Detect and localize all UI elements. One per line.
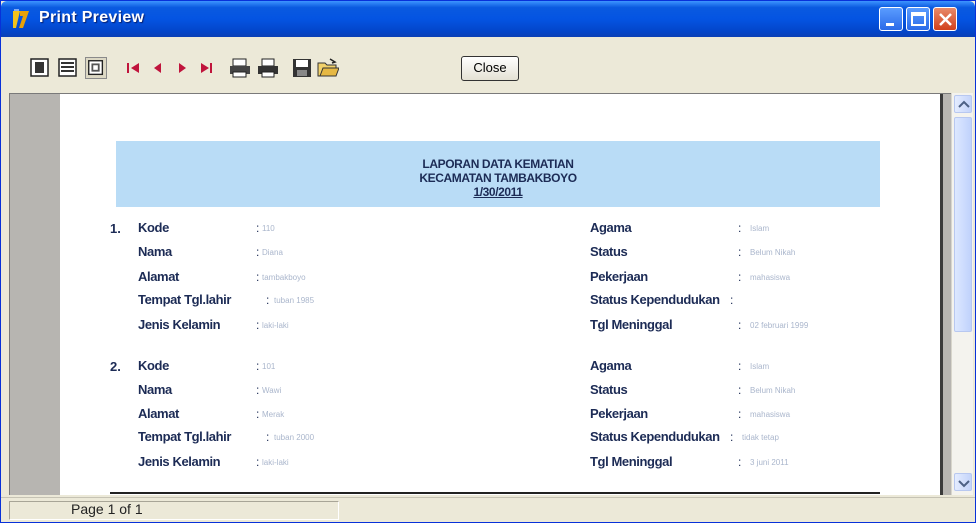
value-agama: Islam <box>750 362 770 371</box>
value-pekerjaan: mahasiswa <box>750 273 791 282</box>
value-alamat: Merak <box>262 410 285 419</box>
first-page-icon[interactable] <box>123 57 145 79</box>
report-header: LAPORAN DATA KEMATIAN KECAMATAN TAMBAKBO… <box>116 141 880 207</box>
previous-page-icon[interactable] <box>147 57 169 79</box>
label-pekerjaan: Pekerjaan <box>590 269 648 284</box>
status-bar: Page 1 of 1 <box>1 497 975 522</box>
page-width-icon[interactable] <box>57 57 79 79</box>
value-kode: 110 <box>262 224 275 233</box>
report-title: LAPORAN DATA KEMATIAN <box>422 157 574 171</box>
label-kode: Kode <box>138 220 169 235</box>
label-jk: Jenis Kelamin <box>138 317 221 332</box>
label-kode: Kode <box>138 358 169 373</box>
status-cell <box>9 501 339 520</box>
label-status-kependudukan: Status Kependudukan <box>590 292 720 307</box>
save-icon[interactable] <box>291 57 313 79</box>
value-alamat: tambakboyo <box>262 273 306 282</box>
value-tgl-meninggal: 02 februari 1999 <box>750 321 809 330</box>
label-status: Status <box>590 382 628 397</box>
minimize-button[interactable] <box>879 7 903 31</box>
label-agama: Agama <box>590 220 632 235</box>
report-page: LAPORAN DATA KEMATIAN KECAMATAN TAMBAKBO… <box>60 94 940 495</box>
label-status: Status <box>590 244 628 259</box>
value-pekerjaan: mahasiswa <box>750 410 791 419</box>
next-page-icon[interactable] <box>171 57 193 79</box>
chevron-up-icon <box>958 100 970 108</box>
label-tgl-meninggal: Tgl Meninggal <box>590 454 673 469</box>
value-jk: laki-laki <box>262 458 289 467</box>
label-status-kependudukan: Status Kependudukan <box>590 429 720 444</box>
value-ttl: tuban 2000 <box>274 433 315 442</box>
printer-setup-icon[interactable] <box>229 57 251 79</box>
report-subtitle: KECAMATAN TAMBAKBOYO <box>419 171 577 185</box>
value-status: Belum Nikah <box>750 248 796 257</box>
value-nama: Diana <box>262 248 283 257</box>
whole-page-icon[interactable] <box>29 57 51 79</box>
open-folder-icon[interactable] <box>317 57 339 79</box>
close-button[interactable]: Close <box>461 56 519 81</box>
value-status-kependudukan: tidak tetap <box>742 433 779 442</box>
print-preview-window: Print Preview Close LAPORAN DATA KEMATIA… <box>0 0 976 523</box>
label-pekerjaan: Pekerjaan <box>590 406 648 421</box>
scroll-thumb[interactable] <box>954 117 972 332</box>
close-icon <box>939 13 952 26</box>
last-page-icon[interactable] <box>195 57 217 79</box>
value-tgl-meninggal: 3 juni 2011 <box>750 458 789 467</box>
preview-area[interactable]: LAPORAN DATA KEMATIAN KECAMATAN TAMBAKBO… <box>9 93 951 495</box>
value-nama: Wawi <box>262 386 282 395</box>
zoom-100-icon[interactable] <box>85 57 107 79</box>
report-date: 1/30/2011 <box>473 185 523 199</box>
label-nama: Nama <box>138 382 172 397</box>
close-window-button[interactable] <box>933 7 957 31</box>
title-bar[interactable]: Print Preview <box>1 1 975 37</box>
app-icon <box>13 9 29 28</box>
value-jk: laki-laki <box>262 321 289 330</box>
label-ttl: Tempat Tgl.lahir <box>138 429 232 444</box>
maximize-icon <box>911 12 926 26</box>
page-indicator: Page 1 of 1 <box>71 501 143 517</box>
label-ttl: Tempat Tgl.lahir <box>138 292 232 307</box>
maximize-button[interactable] <box>906 7 930 31</box>
record-separator <box>110 492 880 494</box>
label-alamat: Alamat <box>138 269 179 284</box>
label-agama: Agama <box>590 358 632 373</box>
chevron-down-icon <box>958 480 970 488</box>
value-agama: Islam <box>750 224 770 233</box>
label-nama: Nama <box>138 244 172 259</box>
print-icon[interactable] <box>257 57 279 79</box>
label-jk: Jenis Kelamin <box>138 454 221 469</box>
record-number: 1. <box>110 221 121 236</box>
window-title: Print Preview <box>39 9 145 26</box>
toolbar: Close <box>5 41 971 89</box>
scroll-up-button[interactable] <box>954 95 972 113</box>
vertical-scrollbar[interactable] <box>951 93 973 495</box>
scroll-down-button[interactable] <box>954 473 972 491</box>
minimize-icon <box>886 23 894 26</box>
value-ttl: tuban 1985 <box>274 296 315 305</box>
record-number: 2. <box>110 359 121 374</box>
value-status: Belum Nikah <box>750 386 796 395</box>
label-tgl-meninggal: Tgl Meninggal <box>590 317 673 332</box>
label-alamat: Alamat <box>138 406 179 421</box>
value-kode: 101 <box>262 362 276 371</box>
